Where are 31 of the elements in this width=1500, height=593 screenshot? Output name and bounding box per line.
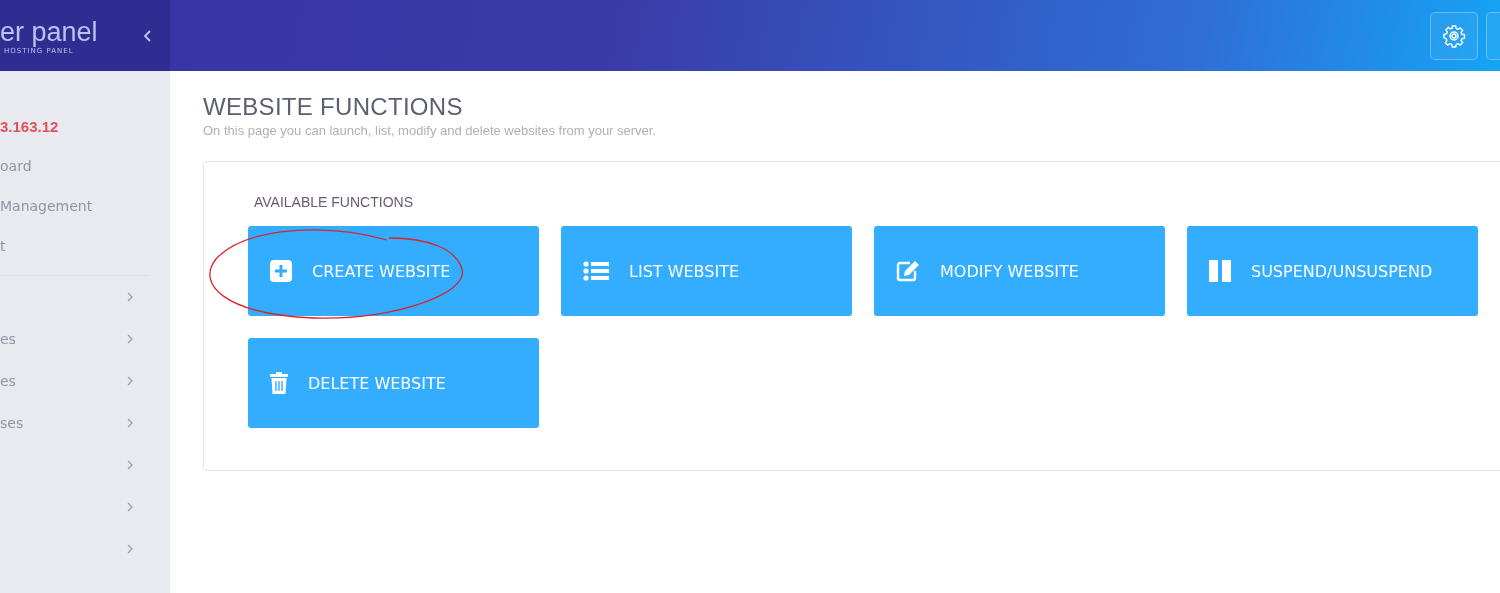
chevron-icon[interactable] bbox=[127, 502, 133, 512]
page-title: WEBSITE FUNCTIONS bbox=[203, 93, 464, 121]
sidebar-item[interactable]: es bbox=[0, 331, 16, 347]
sidebar-item[interactable]: es bbox=[0, 373, 16, 389]
function-button[interactable]: CREATE WEBSITE bbox=[248, 226, 539, 316]
sidebar-item[interactable]: Management bbox=[0, 198, 170, 222]
function-button[interactable]: LIST WEBSITE bbox=[561, 226, 852, 316]
chevron-icon[interactable] bbox=[127, 460, 133, 470]
chevron-icon[interactable] bbox=[127, 544, 133, 554]
function-button[interactable]: DELETE WEBSITE bbox=[248, 338, 539, 428]
edit-icon bbox=[896, 260, 920, 282]
trash-icon bbox=[270, 372, 288, 394]
section-heading: AVAILABLE FUNCTIONS bbox=[254, 194, 414, 210]
chevron-icon[interactable] bbox=[127, 418, 133, 428]
settings-icon bbox=[1442, 23, 1466, 48]
list-icon bbox=[583, 261, 609, 281]
logo-text: er panel bbox=[0, 16, 98, 47]
collapse-icon[interactable] bbox=[144, 29, 152, 42]
plus-square-icon bbox=[270, 260, 292, 282]
sidebar-item[interactable]: t bbox=[0, 238, 170, 262]
function-button[interactable]: SUSPEND/UNSUSPEND bbox=[1187, 226, 1478, 316]
page-subtitle: On this page you can launch, list, modify and delete websites from your server. bbox=[203, 123, 658, 138]
server-ip: 3.163.12 bbox=[0, 118, 60, 137]
sidebar-item[interactable]: ses bbox=[0, 415, 24, 431]
sidebar-item[interactable]: oard bbox=[0, 158, 170, 182]
chevron-icon[interactable] bbox=[127, 292, 133, 302]
chevron-icon[interactable] bbox=[127, 376, 133, 386]
function-button[interactable]: MODIFY WEBSITE bbox=[874, 226, 1165, 316]
pause-icon bbox=[1209, 260, 1231, 282]
settings-button[interactable] bbox=[1430, 11, 1478, 60]
chevron-icon[interactable] bbox=[127, 334, 133, 344]
